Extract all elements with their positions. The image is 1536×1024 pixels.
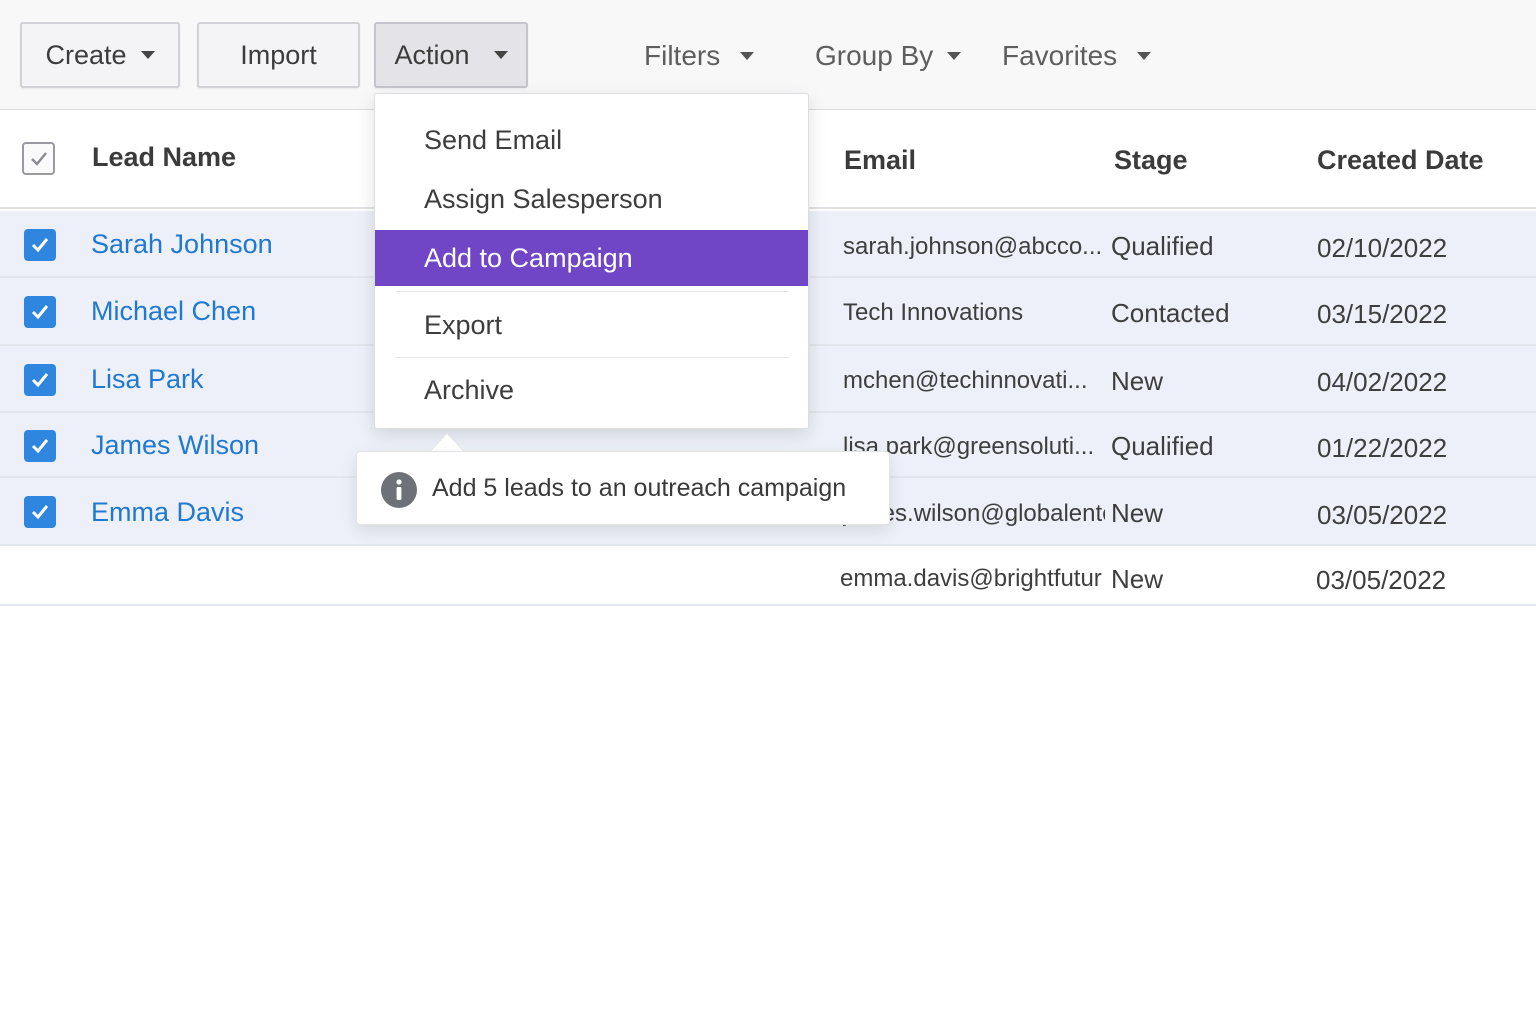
menu-item-send-email[interactable]: Send Email [375,112,808,168]
stage-cell: Qualified [1111,431,1214,461]
leads-list-view: Create Import Action Filters Group By Fa… [0,0,1536,1024]
menu-item-assign-salesperson[interactable]: Assign Salesperson [375,171,808,227]
chevron-down-icon [493,51,508,59]
row-checkbox[interactable] [24,430,56,462]
menu-item-archive[interactable]: Archive [375,362,808,418]
created-date-cell: 03/15/2022 [1317,299,1448,329]
column-header-created-date[interactable]: Created Date [1317,145,1484,176]
tooltip-text: Add 5 leads to an outreach campaign [432,474,847,502]
menu-item-label: Assign Salesperson [424,183,663,214]
check-icon [31,505,49,520]
group-by-dropdown[interactable]: Group By [815,36,962,76]
row-checkbox[interactable] [24,496,56,528]
import-button-label: Import [240,39,317,70]
row-checkbox[interactable] [24,296,56,328]
created-date-cell: 04/02/2022 [1317,367,1448,397]
created-date-cell: 03/05/2022 [1316,565,1447,595]
column-header-lead-name[interactable]: Lead Name [92,142,236,173]
email-cell: mchen@techinnovati... [843,367,1088,394]
stage-cell: Qualified [1111,231,1214,261]
chevron-down-icon [947,52,962,60]
lead-name-link[interactable]: Sarah Johnson [91,229,273,260]
action-button-label: Action [394,39,470,70]
menu-item-label: Send Email [424,124,563,155]
lead-name-link[interactable]: Michael Chen [91,296,256,327]
action-button[interactable]: Action [374,22,528,88]
email-cell: Tech Innovations [843,299,1024,326]
row-checkbox[interactable] [24,229,56,261]
chevron-down-icon [740,52,755,60]
select-all-checkbox[interactable] [22,142,55,175]
lead-name-link[interactable]: Lisa Park [91,364,204,395]
check-icon [31,373,49,388]
row-checkbox[interactable] [24,364,56,396]
info-icon [381,472,417,508]
column-header-email[interactable]: Email [844,145,916,176]
filters-label: Filters [644,40,721,71]
create-button-label: Create [45,39,127,70]
email-cell: sarah.johnson@abcco... [843,233,1103,260]
menu-item-export[interactable]: Export [375,297,808,353]
campaign-tooltip: Add 5 leads to an outreach campaign [356,451,890,525]
filters-dropdown[interactable]: Filters [644,36,755,76]
stage-cell: Contacted [1111,298,1230,328]
stage-cell: New [1111,498,1164,528]
group-by-label: Group By [815,40,934,71]
menu-divider [396,357,789,358]
menu-divider [396,291,789,292]
stage-cell: New [1111,366,1164,396]
menu-item-label: Export [424,309,503,340]
column-header-stage[interactable]: Stage [1114,145,1188,176]
created-date-cell: 03/05/2022 [1317,500,1448,530]
lead-name-link[interactable]: Emma Davis [91,497,244,528]
check-icon [31,238,49,253]
chevron-down-icon [1137,52,1152,60]
email-cell: emma.davis@brightfutur.. [840,565,1102,592]
check-icon [30,151,47,166]
created-date-cell: 01/22/2022 [1317,433,1448,463]
import-button[interactable]: Import [197,22,360,88]
menu-item-label: Add to Campaign [424,242,633,273]
favorites-dropdown[interactable]: Favorites [1002,36,1152,76]
menu-item-label: Archive [424,374,515,405]
create-button[interactable]: Create [20,22,180,88]
favorites-label: Favorites [1002,40,1118,71]
check-icon [31,439,49,454]
created-date-cell: 02/10/2022 [1317,233,1448,263]
stage-cell: New [1111,564,1164,594]
chevron-down-icon [140,51,155,59]
tooltip-arrow [430,434,464,452]
menu-item-add-to-campaign[interactable]: Add to Campaign [375,230,808,286]
lead-name-link[interactable]: James Wilson [91,430,259,461]
table-row[interactable]: emma.davis@brightfutur.. New 03/05/2022 [0,546,1536,606]
check-icon [31,305,49,320]
action-dropdown-menu: Send Email Assign Salesperson Add to Cam… [374,93,809,429]
